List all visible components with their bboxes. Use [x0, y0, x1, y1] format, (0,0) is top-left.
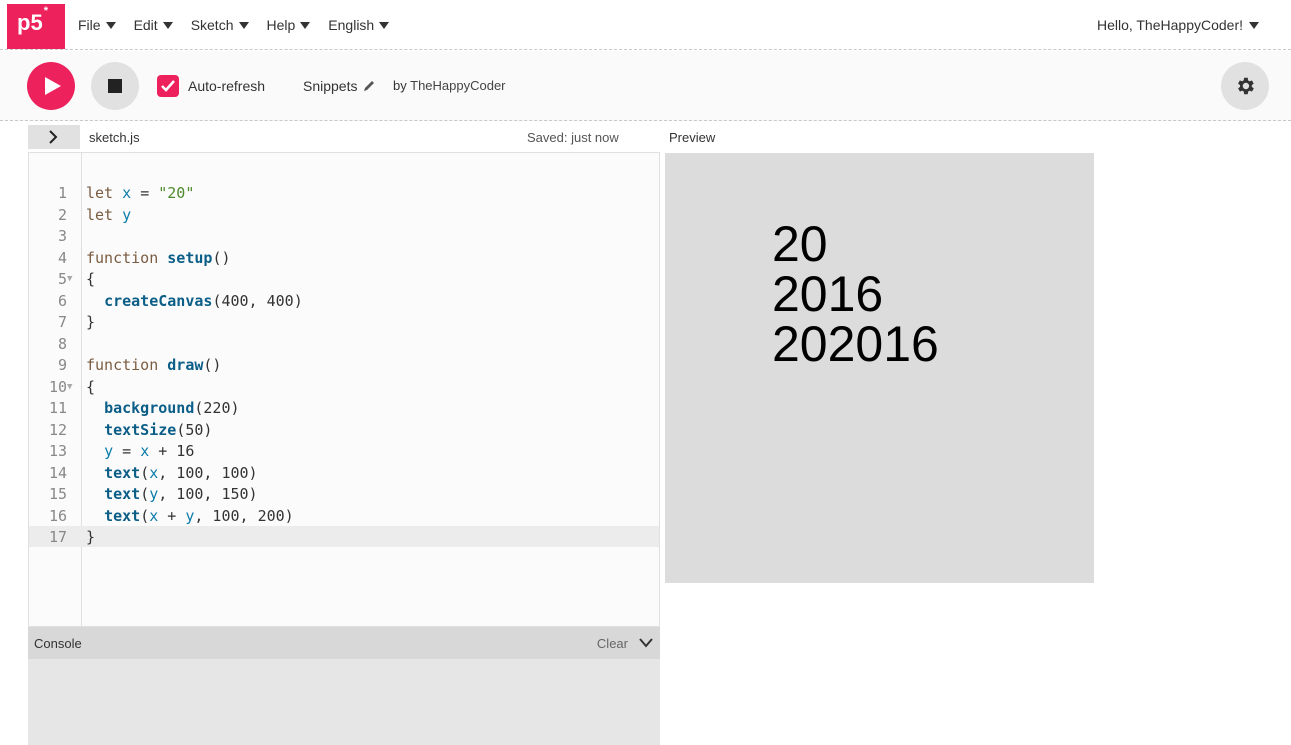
code-editor[interactable]: 1 let x = "20" 2 let y 3 4 function setup()…	[28, 152, 660, 627]
canvas-output-line: 2016	[772, 266, 884, 322]
saved-status: Saved: just now	[527, 130, 619, 145]
auto-refresh-label: Auto-refresh	[188, 78, 266, 94]
caret-down-icon	[300, 21, 311, 29]
sketch-owner: by TheHappyCoder	[393, 78, 506, 93]
main-menu: File Edit Sketch Help English	[78, 17, 390, 33]
code-line: 3	[29, 226, 659, 248]
menu-help[interactable]: Help	[267, 17, 311, 33]
code-line: 7}	[29, 312, 659, 334]
line-number: 1	[57, 184, 67, 202]
preview-label: Preview	[669, 130, 716, 145]
code-line: 12 textSize(50)	[29, 420, 659, 442]
console-title: Console	[34, 636, 82, 651]
play-icon	[45, 77, 61, 95]
line-number: 7	[57, 313, 67, 331]
code-line: 2 let y	[29, 205, 659, 227]
console-output	[28, 659, 660, 745]
code-line: 11 background(220)	[29, 398, 659, 420]
caret-down-icon	[1249, 21, 1259, 29]
canvas-output-line: 20	[772, 216, 828, 272]
code-line: 4 function setup()	[29, 248, 659, 270]
line-number: 9	[57, 356, 67, 374]
code-line: 10 ▼{	[29, 377, 659, 399]
line-number: 15	[48, 485, 67, 503]
fold-arrow-icon[interactable]: ▼	[67, 269, 72, 291]
chevron-right-icon	[49, 130, 58, 144]
code-line: 6 createCanvas(400, 400)	[29, 291, 659, 313]
play-button[interactable]	[27, 62, 75, 110]
code-lines: 1 let x = "20" 2 let y 3 4 function setup()…	[29, 183, 659, 549]
line-number: 8	[57, 334, 67, 353]
menu-sketch-label: Sketch	[190, 17, 234, 33]
stop-button[interactable]	[91, 62, 139, 110]
line-number: 3	[57, 227, 67, 245]
code-line: 1 let x = "20"	[29, 183, 659, 205]
console-header: Console Clear	[28, 627, 660, 659]
line-number: 13	[48, 442, 67, 460]
menu-edit-label: Edit	[133, 17, 158, 33]
caret-down-icon	[162, 21, 173, 29]
code-line: 15 text(y, 100, 150)	[29, 484, 659, 506]
line-number: 12	[48, 420, 67, 439]
code-line: 13 y = x + 16	[29, 441, 659, 463]
line-number: 4	[57, 248, 67, 267]
menu-file-label: File	[78, 17, 101, 33]
line-number: 5	[57, 270, 67, 288]
code-line: 5 ▼{	[29, 269, 659, 291]
fold-arrow-icon[interactable]: ▼	[67, 377, 72, 399]
menu-sketch[interactable]: Sketch	[191, 17, 249, 33]
line-number: 14	[48, 463, 67, 482]
line-number: 6	[57, 291, 67, 310]
user-greeting: Hello, TheHappyCoder!	[1096, 17, 1243, 33]
chevron-down-icon[interactable]	[638, 637, 654, 649]
line-number: 10	[48, 377, 67, 396]
p5-logo[interactable]: p5*	[7, 4, 65, 49]
line-number: 2	[57, 205, 67, 224]
line-number: 11	[48, 399, 67, 417]
user-menu[interactable]: Hello, TheHappyCoder!	[1097, 17, 1259, 33]
toolbar: Auto-refresh Snippets by TheHappyCoder	[0, 51, 1291, 121]
sketch-name: Snippets	[303, 78, 358, 94]
menu-edit[interactable]: Edit	[134, 17, 173, 33]
sketch-name-edit[interactable]: Snippets	[303, 78, 375, 94]
console-clear-button[interactable]: Clear	[597, 636, 628, 651]
menu-help-label: Help	[266, 17, 296, 33]
top-nav: p5* File Edit Sketch Help English Hello,…	[0, 0, 1291, 50]
caret-down-icon	[105, 21, 116, 29]
code-line: 14 text(x, 100, 100)	[29, 463, 659, 485]
file-name: sketch.js	[89, 130, 140, 145]
owner-link[interactable]: TheHappyCoder	[410, 78, 505, 93]
logo-star: *	[43, 4, 48, 17]
checkmark-icon	[161, 80, 175, 92]
code-line: 17}	[29, 527, 659, 549]
line-number: 17	[48, 528, 67, 546]
line-number: 16	[48, 506, 67, 525]
caret-down-icon	[238, 21, 249, 29]
menu-language[interactable]: English	[328, 17, 390, 33]
menu-file[interactable]: File	[78, 17, 116, 33]
gear-icon	[1238, 77, 1254, 95]
canvas-output-line: 202016	[772, 316, 939, 372]
code-line: 8	[29, 334, 659, 356]
settings-button[interactable]	[1221, 62, 1269, 110]
stop-icon	[108, 79, 122, 93]
pencil-icon	[364, 81, 375, 91]
code-line: 16 text(x + y, 100, 200)	[29, 506, 659, 528]
preview-canvas[interactable]: 20 2016 202016	[665, 153, 1094, 583]
caret-down-icon	[379, 21, 390, 29]
menu-language-label: English	[328, 17, 375, 33]
auto-refresh-checkbox[interactable]	[157, 75, 179, 97]
collapse-sidebar-button[interactable]	[28, 125, 80, 149]
logo-text: p5	[17, 10, 43, 35]
by-prefix: by	[393, 78, 407, 93]
code-line: 9 function draw()	[29, 355, 659, 377]
